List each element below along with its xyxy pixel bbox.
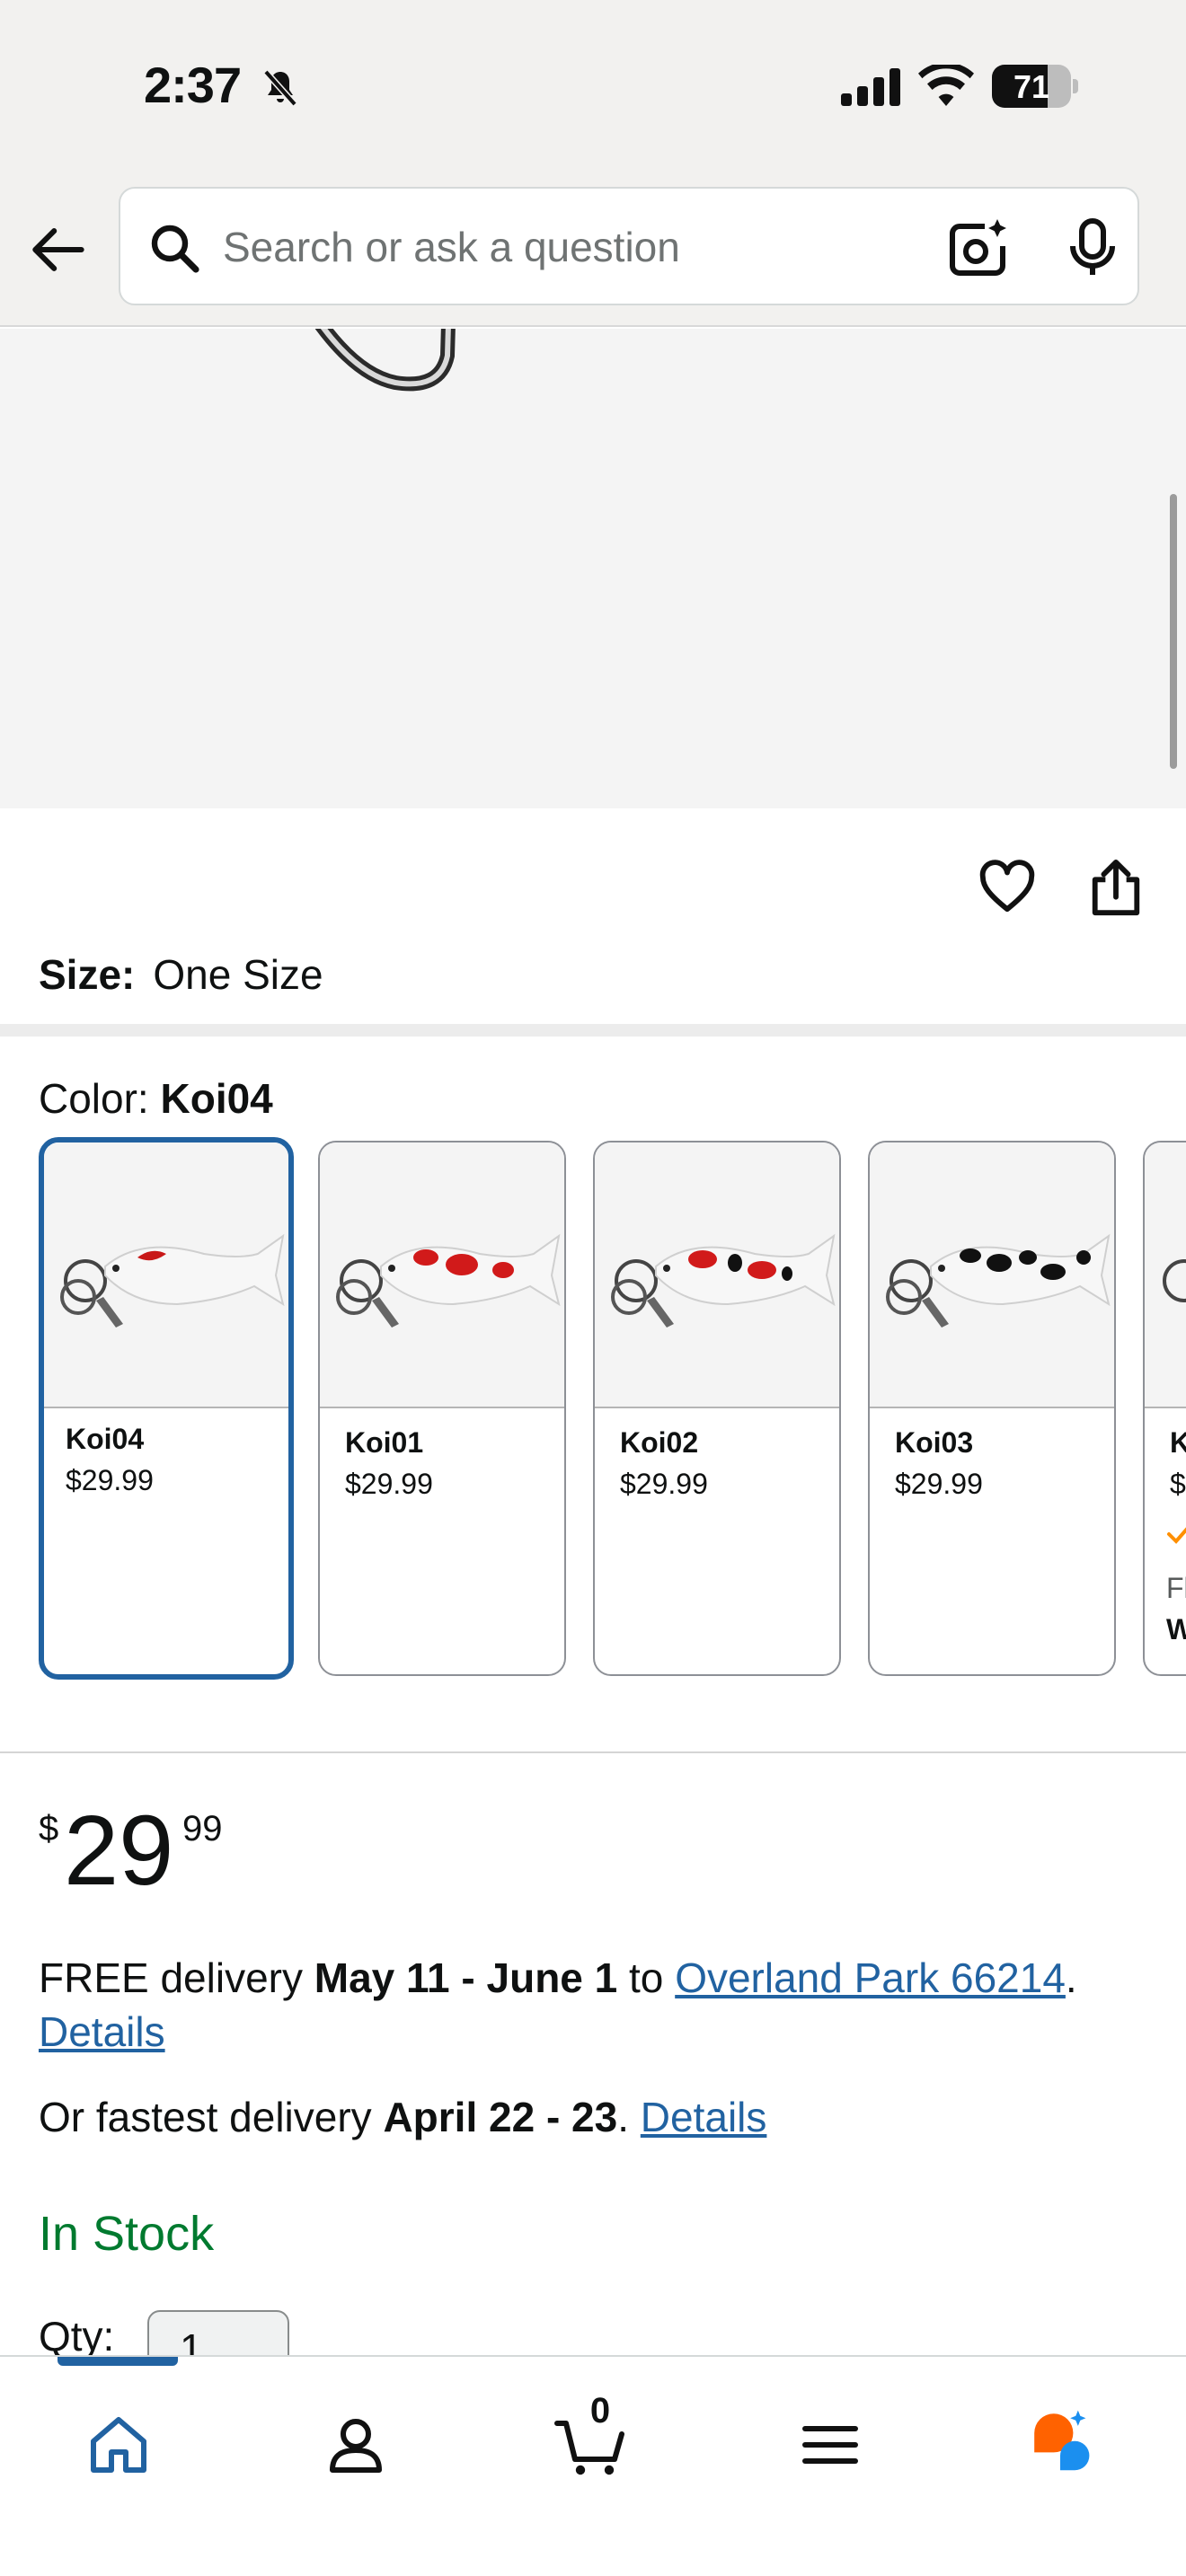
koi-keychain-black-white-icon — [886, 1233, 1111, 1328]
swatch-name: Koi04 — [66, 1423, 145, 1455]
color-swatch-koi03[interactable]: Koi03 $29.99 — [868, 1141, 1116, 1676]
delivery-location-link[interactable]: Overland Park 66214 — [675, 1954, 1066, 2001]
quantity-label: Qty: — [39, 2313, 115, 2360]
battery-percent: 71 — [1013, 68, 1050, 105]
price-currency: $ — [39, 1809, 59, 1848]
bell-muted-icon — [263, 69, 297, 107]
search-input[interactable] — [223, 216, 1013, 278]
search-bar[interactable] — [119, 187, 1139, 305]
koi-keychain-icon — [1163, 1259, 1186, 1302]
swatch-price: $29.99 — [66, 1464, 154, 1496]
size-value: One Size — [153, 951, 323, 998]
checkmark-icon — [1167, 1527, 1186, 1544]
swatch-price: $29.99 — [895, 1468, 983, 1500]
koi-keychain-red-white-icon — [336, 1233, 561, 1328]
price-whole: 29 — [64, 1795, 174, 1906]
clock: 2:37 — [144, 57, 242, 113]
bottom-navigation: 0 — [0, 2355, 1186, 2576]
color-swatch-koi01[interactable]: Koi01 $29.99 — [318, 1141, 566, 1676]
page-scrollbar[interactable] — [1170, 494, 1177, 769]
koi-keychain-tricolor-icon — [611, 1233, 836, 1328]
free-delivery-message: FREE delivery May 11 - June 1 to Overlan… — [39, 1954, 1077, 2055]
account-icon[interactable] — [323, 2413, 388, 2477]
swatch-name: Koi02 — [620, 1426, 699, 1459]
fastest-delivery-details-link[interactable]: Details — [641, 2094, 767, 2140]
active-tab-indicator — [58, 2357, 178, 2366]
wifi-icon — [918, 65, 974, 106]
search-header — [0, 171, 1186, 327]
color-swatch-koi02[interactable]: Koi02 $29.99 — [593, 1141, 841, 1676]
swatch-delivery-date: W — [1166, 1613, 1186, 1646]
search-icon — [151, 225, 199, 273]
menu-icon[interactable] — [798, 2413, 863, 2477]
color-swatch-partial[interactable]: K $ Fl W — [1143, 1141, 1186, 1676]
koi-keychain-white-icon — [60, 1233, 285, 1328]
swatch-price: $29.99 — [345, 1468, 433, 1500]
swatch-name: Koi01 — [345, 1426, 424, 1459]
share-icon[interactable] — [1087, 859, 1145, 918]
section-divider — [0, 1751, 1186, 1753]
swatch-price: $ — [1170, 1468, 1186, 1500]
battery-indicator: 71 — [992, 65, 1078, 108]
section-divider — [0, 1024, 1186, 1037]
fastest-delivery-message: Or fastest delivery April 22 - 23. Detai… — [39, 2094, 767, 2140]
swatch-name: K — [1170, 1426, 1186, 1460]
cellular-signal-icon — [841, 68, 900, 106]
color-selector-heading: Color: Koi04 — [39, 1074, 273, 1123]
rufus-assistant-icon[interactable] — [1024, 2407, 1096, 2472]
swatch-delivery-text: Fl — [1166, 1572, 1186, 1604]
stock-status: In Stock — [39, 2207, 215, 2261]
free-delivery-dates: May 11 - June 1 — [314, 1954, 618, 2001]
home-icon[interactable] — [86, 2413, 151, 2477]
fastest-delivery-dates: April 22 - 23 — [383, 2094, 618, 2140]
back-arrow-icon[interactable] — [23, 216, 92, 284]
product-image — [314, 329, 456, 392]
cart-count-badge: 0 — [589, 2391, 611, 2430]
heart-icon[interactable] — [978, 859, 1037, 914]
camera-lens-icon[interactable] — [945, 216, 1010, 280]
swatch-price: $29.99 — [620, 1468, 708, 1500]
status-bar: 2:37 71 — [0, 0, 1186, 171]
price-fraction: 99 — [182, 1809, 223, 1848]
size-selector: Size: One Size — [39, 950, 323, 999]
microphone-icon[interactable] — [1064, 217, 1121, 278]
color-swatch-koi04[interactable]: Koi04 $29.99 — [39, 1137, 294, 1680]
swatch-name: Koi03 — [895, 1426, 974, 1459]
size-label: Size: — [39, 951, 136, 998]
product-image-carousel[interactable] — [0, 329, 1186, 808]
color-label: Color: — [39, 1075, 149, 1122]
delivery-details-link[interactable]: Details — [39, 2008, 165, 2055]
color-value: Koi04 — [160, 1075, 273, 1122]
